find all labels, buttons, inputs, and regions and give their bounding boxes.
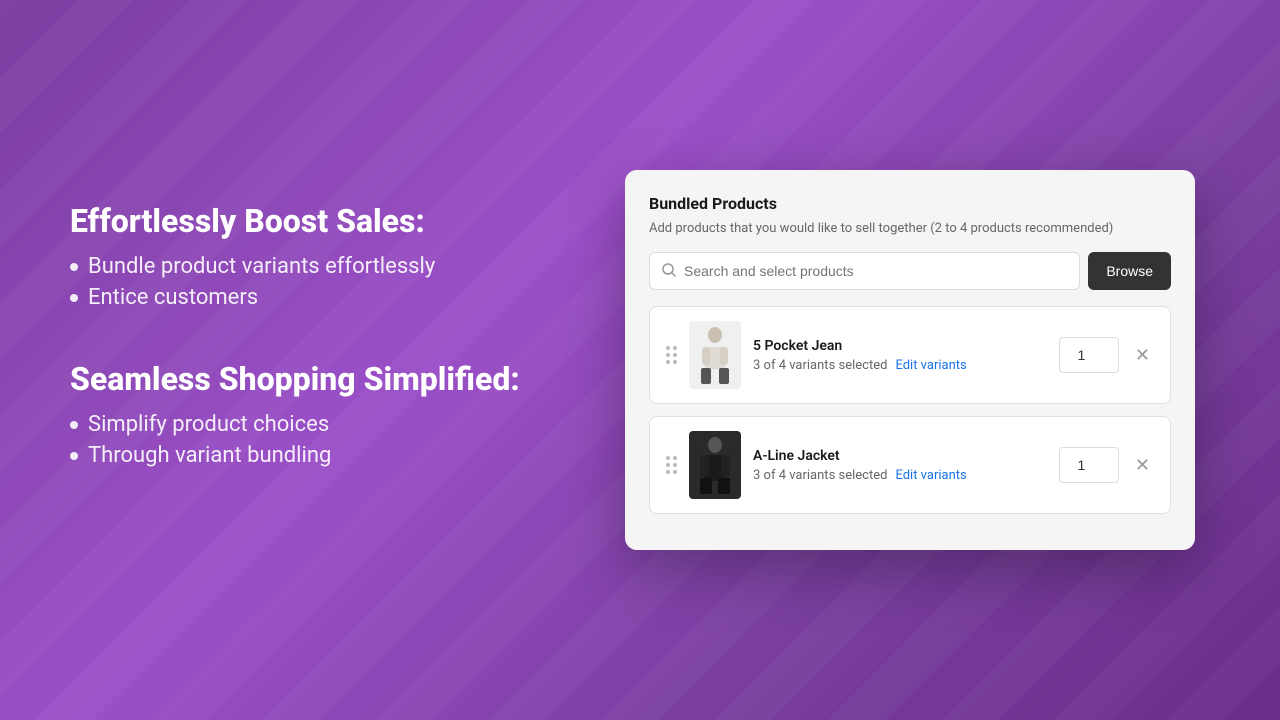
drag-dot [673,346,677,350]
drag-dot [673,463,677,467]
bullet-item: Simplify product choices [70,412,520,437]
search-row: Browse [649,252,1171,290]
drag-dot [666,346,670,350]
product-card-1: A-Line Jacket 3 of 4 variants selected E… [649,416,1171,514]
product-info-0: 5 Pocket Jean 3 of 4 variants selected E… [753,338,1047,373]
product-name-1: A-Line Jacket [753,448,1047,464]
search-input-wrapper[interactable] [649,252,1080,290]
card-title: Bundled Products [649,194,1171,213]
product-image-0 [689,321,741,389]
bullet-dot [70,294,78,302]
bundled-products-card: Bundled Products Add products that you w… [625,170,1195,550]
product-name-0: 5 Pocket Jean [753,338,1047,354]
bullet-dot [70,263,78,271]
product-thumbnail-0 [695,325,735,385]
edit-variants-link-0[interactable]: Edit variants [895,358,966,373]
remove-button-0[interactable]: ✕ [1131,342,1154,368]
section2-title: Seamless Shopping Simplified: [70,360,520,398]
variants-text-0: 3 of 4 variants selected [753,358,887,373]
bullet-item: Entice customers [70,285,520,310]
drag-dot [666,456,670,460]
search-icon [662,262,676,281]
bullet-dot [70,421,78,429]
quantity-input-0[interactable] [1059,337,1119,373]
card-subtitle: Add products that you would like to sell… [649,221,1171,236]
drag-handle-1[interactable] [666,456,677,474]
page-layout: Effortlessly Boost Sales: Bundle product… [0,0,1280,720]
drag-dot [666,463,670,467]
left-panel: Effortlessly Boost Sales: Bundle product… [0,142,580,579]
bullet-dot [70,452,78,460]
bullet-text: Simplify product choices [88,412,329,437]
bullet-item: Bundle product variants effortlessly [70,254,520,279]
remove-button-1[interactable]: ✕ [1131,452,1154,478]
quantity-input-1[interactable] [1059,447,1119,483]
variants-text-1: 3 of 4 variants selected [753,468,887,483]
bullet-item: Through variant bundling [70,443,520,468]
browse-button[interactable]: Browse [1088,252,1171,290]
edit-variants-link-1[interactable]: Edit variants [895,468,966,483]
bullet-text: Entice customers [88,285,258,310]
drag-dot [673,456,677,460]
drag-dot [673,353,677,357]
section1-title: Effortlessly Boost Sales: [70,202,520,240]
drag-handle-0[interactable] [666,346,677,364]
product-info-1: A-Line Jacket 3 of 4 variants selected E… [753,448,1047,483]
product-variants-0: 3 of 4 variants selected Edit variants [753,358,1047,373]
product-variants-1: 3 of 4 variants selected Edit variants [753,468,1047,483]
drag-dot [673,360,677,364]
drag-dot [666,470,670,474]
section1-bullets: Bundle product variants effortlessly Ent… [70,254,520,310]
drag-dot [673,470,677,474]
section2-bullets: Simplify product choices Through variant… [70,412,520,468]
drag-dot [666,360,670,364]
bullet-text: Through variant bundling [88,443,331,468]
product-card-0: 5 Pocket Jean 3 of 4 variants selected E… [649,306,1171,404]
right-panel: Bundled Products Add products that you w… [580,130,1280,590]
product-thumbnail-1 [695,435,735,495]
search-input[interactable] [684,253,1067,289]
product-image-1 [689,431,741,499]
drag-dot [666,353,670,357]
bullet-text: Bundle product variants effortlessly [88,254,435,279]
